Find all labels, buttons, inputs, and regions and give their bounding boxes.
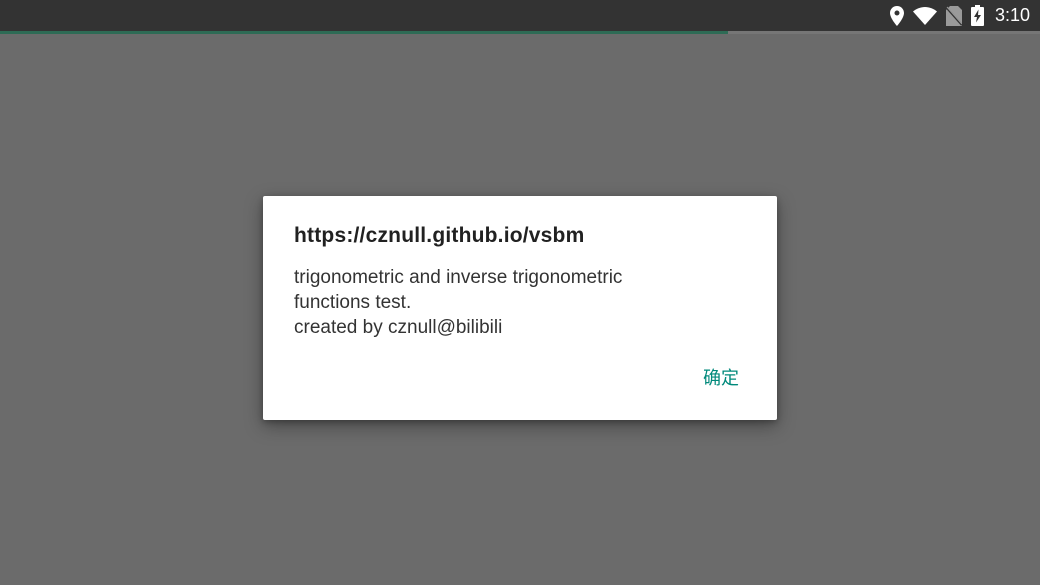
dialog-message-line: trigonometric and inverse trigonometric (294, 267, 623, 288)
page-load-progress (0, 31, 1040, 34)
ok-button[interactable]: 确定 (695, 358, 747, 396)
wifi-icon (912, 6, 937, 25)
dialog-title: https://cznull.github.io/vsbm (294, 224, 585, 247)
dialog-message-line: functions test. (294, 292, 412, 313)
battery-charging-icon (970, 5, 984, 26)
status-clock: 3:10 (994, 5, 1030, 25)
page-load-progress-fill (0, 31, 728, 34)
alert-dialog: https://cznull.github.io/vsbm trigonomet… (263, 196, 777, 420)
dialog-message: trigonometric and inverse trigonometric … (294, 265, 754, 340)
status-bar: 3:10 (0, 0, 1040, 31)
status-icons: 3:10 (889, 0, 1030, 31)
dialog-message-line: created by cznull@bilibili (294, 317, 503, 338)
no-sim-icon (945, 5, 962, 26)
location-icon (889, 5, 904, 26)
